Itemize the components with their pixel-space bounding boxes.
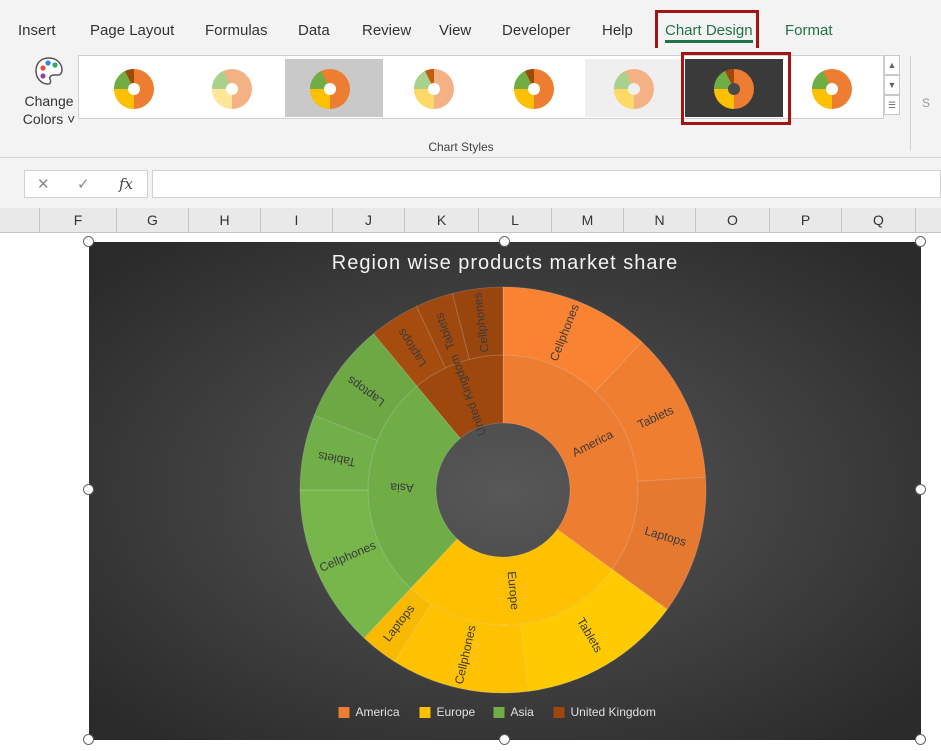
chart-design-tab-highlight xyxy=(655,10,759,52)
ribbon-tabs: Insert Page Layout Formulas Data Review … xyxy=(0,0,941,52)
legend-swatch xyxy=(419,707,431,718)
sunburst-inner-label: Asia xyxy=(390,480,414,495)
chart-legend: America Europe Asia United Kingdom xyxy=(338,705,656,719)
change-colors-label-1: Change xyxy=(24,93,74,109)
insert-function-icon[interactable]: fx xyxy=(119,175,133,193)
gallery-up-button[interactable]: ▲ xyxy=(884,55,900,75)
resize-handle-bottom-left[interactable] xyxy=(83,734,94,745)
gallery-more-button[interactable]: ☰ xyxy=(884,95,900,115)
formula-bar: ✕ ✓ fx xyxy=(0,158,941,208)
group-separator xyxy=(910,56,911,151)
legend-swatch xyxy=(338,707,350,718)
chart-style-thumbnail[interactable] xyxy=(783,59,881,117)
legend-swatch xyxy=(553,707,565,718)
column-header-o[interactable]: O xyxy=(696,208,770,233)
enter-icon[interactable]: ✓ xyxy=(77,175,90,193)
resize-handle-top-right[interactable] xyxy=(915,236,926,247)
cancel-icon[interactable]: ✕ xyxy=(37,175,50,193)
chart-style-thumbnail[interactable] xyxy=(585,59,683,117)
change-colors-label-2: Colors ˅ xyxy=(22,111,76,127)
resize-handle-top-left[interactable] xyxy=(83,236,94,247)
tab-formulas[interactable]: Formulas xyxy=(205,22,268,39)
column-header-g[interactable]: G xyxy=(117,208,189,233)
column-header-l[interactable]: L xyxy=(479,208,552,233)
tab-page-layout[interactable]: Page Layout xyxy=(90,22,174,39)
legend-label: Europe xyxy=(437,705,476,719)
column-header-k[interactable]: K xyxy=(405,208,479,233)
column-header-i[interactable]: I xyxy=(261,208,333,233)
tab-insert[interactable]: Insert xyxy=(18,22,56,39)
tab-help[interactable]: Help xyxy=(602,22,633,39)
column-header-partial xyxy=(916,208,941,233)
tab-review[interactable]: Review xyxy=(362,22,411,39)
column-header-h[interactable]: H xyxy=(189,208,261,233)
legend-swatch xyxy=(493,707,505,718)
column-header-p[interactable]: P xyxy=(770,208,842,233)
chart-style-thumbnail[interactable] xyxy=(285,59,383,117)
chart-style-thumbnail[interactable] xyxy=(183,59,281,117)
resize-handle-top[interactable] xyxy=(499,236,510,247)
tab-view[interactable]: View xyxy=(439,22,471,39)
legend-label: United Kingdom xyxy=(571,705,656,719)
chart-title: Region wise products market share xyxy=(332,252,678,274)
chart-style-thumbnail[interactable] xyxy=(85,59,183,117)
gallery-down-button[interactable]: ▼ xyxy=(884,75,900,95)
column-header-n[interactable]: N xyxy=(624,208,696,233)
column-header-blank xyxy=(0,208,40,233)
legend-label: America xyxy=(356,705,400,719)
tab-data[interactable]: Data xyxy=(298,22,330,39)
column-header-f[interactable]: F xyxy=(40,208,117,233)
chart-style-thumbnail[interactable] xyxy=(485,59,583,117)
chart-style-thumbnail[interactable] xyxy=(385,59,483,117)
chart-styles-group-label: Chart Styles xyxy=(428,140,494,154)
column-header-j[interactable]: J xyxy=(333,208,405,233)
chart-canvas: Region wise products market share Americ… xyxy=(89,242,921,740)
resize-handle-bottom-right[interactable] xyxy=(915,734,926,745)
resize-handle-right[interactable] xyxy=(915,484,926,495)
resize-handle-left[interactable] xyxy=(83,484,94,495)
column-headers: F G H I J K L M N O P Q xyxy=(0,208,941,233)
legend-label: Asia xyxy=(511,705,535,719)
clipped-label: S xyxy=(922,96,931,110)
selected-style-highlight xyxy=(681,52,791,125)
gallery-scroll: ▲ ▼ ☰ xyxy=(884,55,900,119)
sunburst-chart[interactable]: Region wise products market share Americ… xyxy=(89,242,921,740)
ribbon-body: Change Colors ˅ ▲ ▼ ☰ Chart Styles S xyxy=(0,48,941,158)
column-header-m[interactable]: M xyxy=(552,208,624,233)
change-colors-button[interactable]: Change Colors ˅ xyxy=(18,56,80,128)
tab-format[interactable]: Format xyxy=(785,22,833,39)
resize-handle-bottom[interactable] xyxy=(499,734,510,745)
formula-buttons: ✕ ✓ fx xyxy=(24,170,148,198)
formula-input[interactable] xyxy=(152,170,941,198)
palette-icon xyxy=(35,57,63,85)
tab-developer[interactable]: Developer xyxy=(502,22,570,39)
column-header-q[interactable]: Q xyxy=(842,208,916,233)
